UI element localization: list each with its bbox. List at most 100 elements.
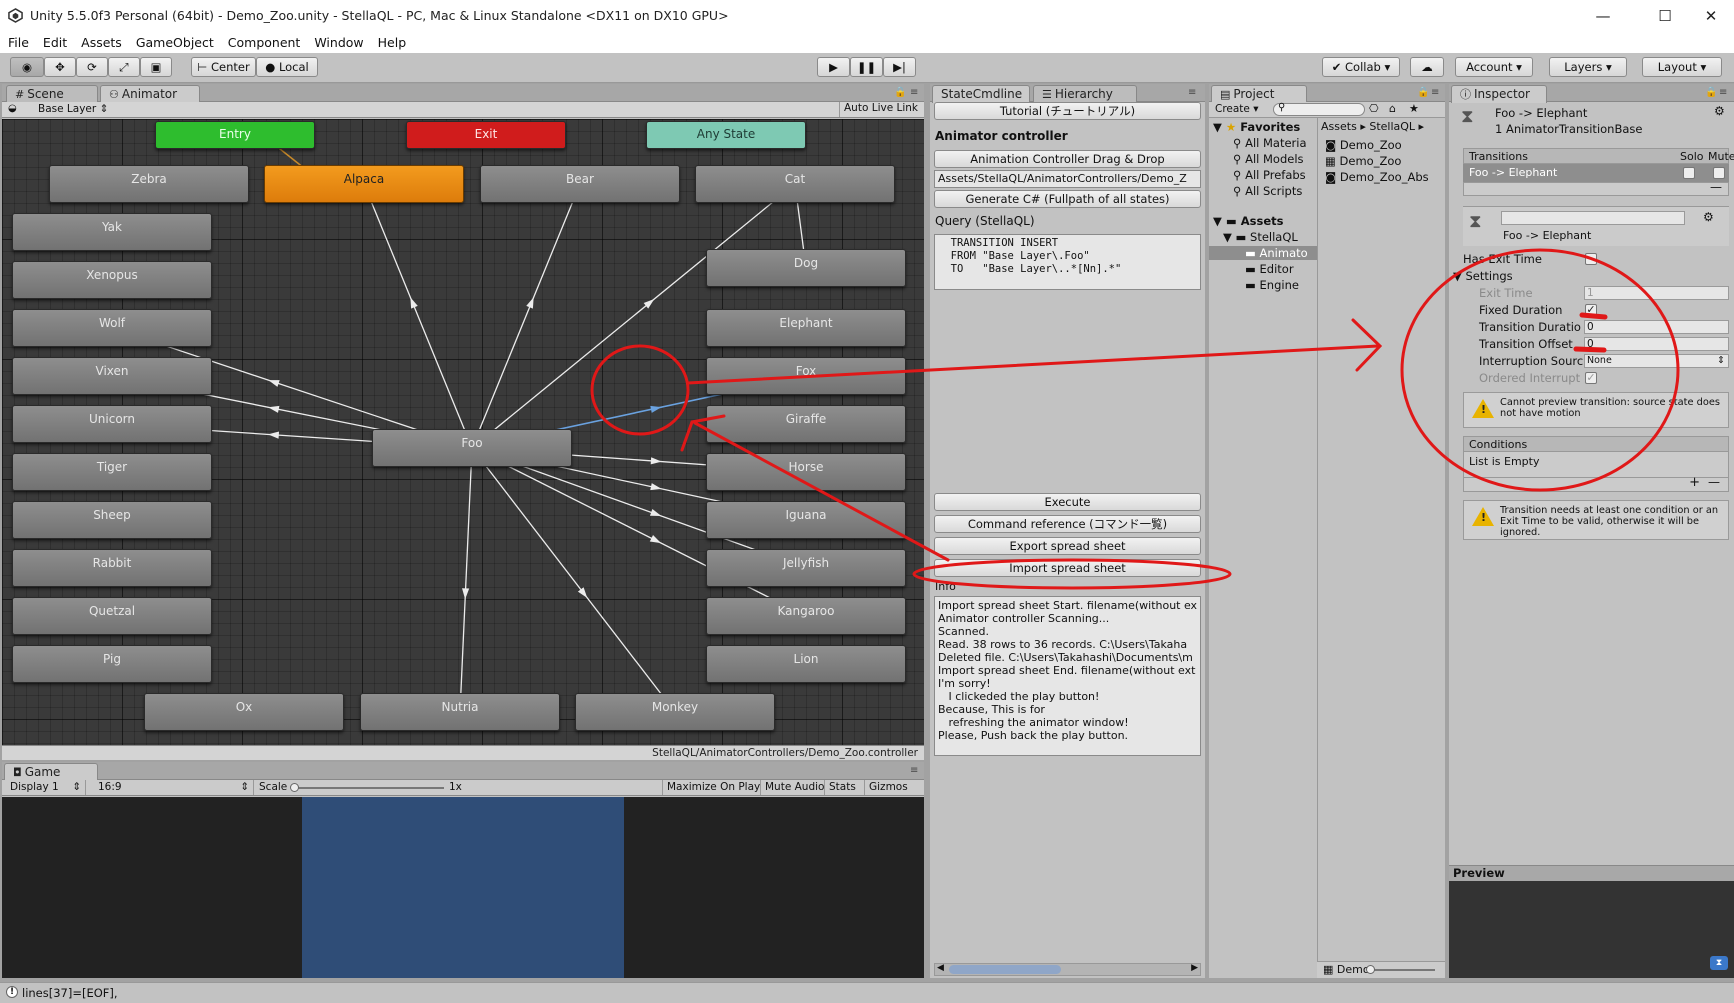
layers-dropdown[interactable]: Layers ▾: [1549, 57, 1627, 77]
state-any[interactable]: Any State: [646, 121, 806, 149]
step-button[interactable]: ▶|: [883, 57, 916, 77]
folder-stellaql[interactable]: ▼ ▬ StellaQL: [1223, 230, 1298, 244]
file-demo-zoo-2[interactable]: ▦ Demo_Zoo: [1325, 154, 1401, 168]
info-textarea[interactable]: Import spread sheet Start. filename(with…: [934, 596, 1201, 756]
state-elephant[interactable]: Elephant: [706, 309, 906, 347]
interruption-source-dropdown[interactable]: None ⇕: [1584, 354, 1729, 368]
exit-time-field[interactable]: 1: [1584, 286, 1729, 300]
assets-header[interactable]: ▼ ▬ Assets: [1213, 214, 1283, 228]
account-dropdown[interactable]: Account ▾: [1455, 57, 1533, 77]
state-rabbit[interactable]: Rabbit: [12, 549, 212, 587]
state-wolf[interactable]: Wolf: [12, 309, 212, 347]
transition-offset-field[interactable]: 0: [1584, 337, 1729, 351]
fav-all-models[interactable]: ⚲ All Models: [1233, 152, 1304, 166]
gear-icon[interactable]: ⚙: [1703, 210, 1714, 224]
gizmos-dropdown[interactable]: Gizmos: [864, 780, 912, 795]
generate-csharp-button[interactable]: Generate C# (Fullpath of all states): [934, 190, 1201, 208]
menu-help[interactable]: Help: [370, 33, 413, 53]
filter-icon[interactable]: ⎔: [1369, 102, 1379, 115]
cloud-button[interactable]: ☁: [1410, 57, 1444, 77]
game-viewport[interactable]: [2, 797, 924, 978]
panel-menu-icon[interactable]: ≡: [1431, 87, 1439, 98]
menu-gameobject[interactable]: GameObject: [128, 33, 220, 53]
tab-game[interactable]: ◘ Game: [4, 763, 98, 781]
folder-engine[interactable]: ▬ Engine: [1245, 278, 1299, 292]
layout-dropdown[interactable]: Layout ▾: [1642, 57, 1722, 77]
preview-header[interactable]: Preview: [1449, 865, 1734, 881]
maximize-button[interactable]: ☐: [1642, 2, 1688, 30]
state-giraffe[interactable]: Giraffe: [706, 405, 906, 443]
mute-audio-toggle[interactable]: Mute Audio: [760, 780, 828, 795]
state-cat[interactable]: Cat: [695, 165, 895, 203]
rect-tool-button[interactable]: ▣: [140, 57, 172, 77]
drag-drop-area[interactable]: Animation Controller Drag & Drop: [934, 150, 1201, 168]
transition-list-item[interactable]: Foo -> Elephant: [1463, 164, 1729, 182]
lock-icon[interactable]: 🔒: [1417, 87, 1429, 98]
tutorial-button[interactable]: Tutorial (チュートリアル): [934, 102, 1201, 120]
state-horse[interactable]: Horse: [706, 453, 906, 491]
star-icon[interactable]: ★: [1409, 102, 1419, 115]
mute-checkbox[interactable]: [1713, 167, 1725, 179]
tab-scene[interactable]: # Scene: [6, 85, 98, 103]
folder-animatorcontrollers[interactable]: ▬ Animato: [1209, 246, 1317, 260]
lock-icon[interactable]: 🔒: [894, 87, 906, 98]
query-textarea[interactable]: TRANSITION INSERT FROM "Base Layer\.Foo"…: [934, 234, 1201, 290]
pivot-center-button[interactable]: ⊢ Center: [191, 57, 256, 77]
state-entry[interactable]: Entry: [155, 121, 315, 149]
animator-graph[interactable]: Entry Exit Any State Zebra Alpaca Bear C…: [2, 119, 924, 745]
tab-hierarchy[interactable]: ☰ Hierarchy: [1033, 85, 1137, 103]
panel-menu-icon[interactable]: ≡: [1719, 87, 1727, 98]
has-exit-time-checkbox[interactable]: [1585, 253, 1597, 265]
menu-component[interactable]: Component: [220, 33, 307, 53]
state-dog[interactable]: Dog: [706, 249, 906, 287]
stats-toggle[interactable]: Stats: [824, 780, 860, 795]
display-dropdown[interactable]: Display 1 ⇕: [10, 780, 86, 795]
panel-menu-icon[interactable]: ≡: [1188, 87, 1196, 98]
fixed-duration-checkbox[interactable]: ✓: [1585, 304, 1597, 316]
scroll-left-icon[interactable]: ◀: [937, 963, 944, 973]
state-fox[interactable]: Fox: [706, 357, 906, 395]
tab-animator[interactable]: ⚇ Animator: [100, 85, 200, 103]
remove-condition-button[interactable]: —: [1708, 475, 1720, 489]
settings-foldout[interactable]: ▼ Settings: [1453, 269, 1513, 283]
transition-name-field[interactable]: [1501, 211, 1685, 225]
tab-inspector[interactable]: ⓘ Inspector: [1451, 85, 1547, 103]
menu-file[interactable]: File: [0, 33, 35, 53]
state-bear[interactable]: Bear: [480, 165, 680, 203]
state-monkey[interactable]: Monkey: [575, 693, 775, 731]
search-input[interactable]: ⚲: [1273, 102, 1365, 116]
preview-badge-icon[interactable]: ⧗: [1710, 956, 1728, 970]
rotate-tool-button[interactable]: ⟳: [76, 57, 108, 77]
state-zebra[interactable]: Zebra: [49, 165, 249, 203]
panel-menu-icon[interactable]: ≡: [910, 765, 918, 776]
gear-icon[interactable]: ⚙: [1714, 104, 1725, 118]
tag-icon[interactable]: ⌂: [1389, 102, 1396, 115]
layer-breadcrumb[interactable]: Base Layer ⇕: [38, 103, 108, 115]
scroll-right-icon[interactable]: ▶: [1191, 963, 1198, 973]
icon-size-thumb[interactable]: [1366, 965, 1375, 974]
fav-all-scripts[interactable]: ⚲ All Scripts: [1233, 184, 1302, 198]
state-exit[interactable]: Exit: [406, 121, 566, 149]
export-spreadsheet-button[interactable]: Export spread sheet: [934, 537, 1201, 555]
panel-menu-icon[interactable]: ≡: [910, 87, 918, 98]
remove-transition-button[interactable]: —: [1710, 180, 1722, 194]
scale-tool-button[interactable]: ⤢: [108, 57, 140, 77]
add-condition-button[interactable]: +: [1689, 475, 1700, 490]
state-jellyfish[interactable]: Jellyfish: [706, 549, 906, 587]
scale-slider-thumb[interactable]: [290, 783, 299, 792]
status-message[interactable]: lines[37]=[EOF],: [22, 986, 118, 1000]
state-xenopus[interactable]: Xenopus: [12, 261, 212, 299]
create-dropdown[interactable]: Create ▾: [1215, 103, 1259, 115]
hand-tool-button[interactable]: ◉: [10, 57, 44, 77]
tab-statecmdline[interactable]: StateCmdline: [932, 85, 1030, 103]
state-unicorn[interactable]: Unicorn: [12, 405, 212, 443]
solo-checkbox[interactable]: [1683, 167, 1695, 179]
favorites-header[interactable]: ▼ ★ Favorites: [1213, 120, 1300, 134]
minimize-button[interactable]: —: [1580, 2, 1626, 30]
horizontal-scrollbar[interactable]: ◀ ▶: [934, 963, 1201, 976]
state-vixen[interactable]: Vixen: [12, 357, 212, 395]
ordered-interruption-checkbox[interactable]: ✓: [1585, 372, 1597, 384]
folder-editor[interactable]: ▬ Editor: [1245, 262, 1294, 276]
scroll-thumb[interactable]: [949, 965, 1061, 974]
state-alpaca[interactable]: Alpaca: [264, 165, 464, 203]
